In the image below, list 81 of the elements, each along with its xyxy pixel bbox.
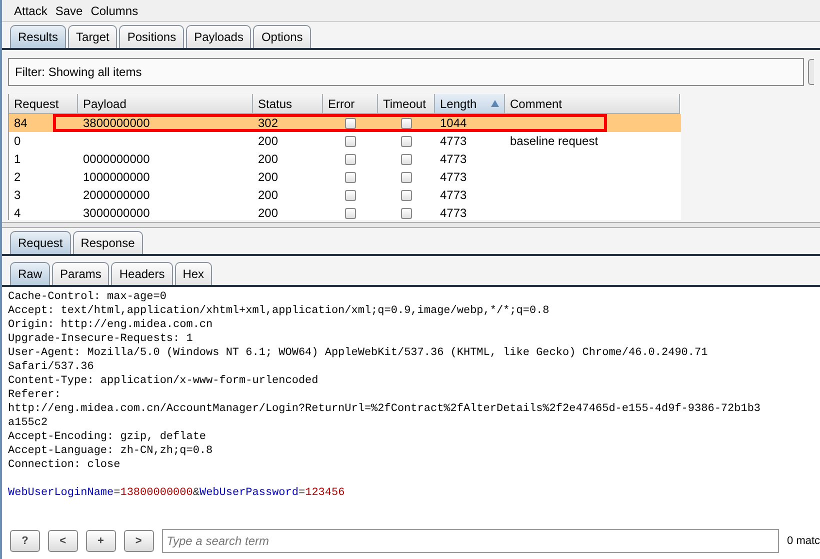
request-line: Referer: (8, 388, 62, 402)
tab[interactable]: Raw (10, 262, 50, 285)
checkbox[interactable] (345, 154, 356, 164)
tab[interactable]: Headers (111, 262, 173, 285)
search-nav-button[interactable]: + (86, 530, 116, 552)
table-cell-text: 4773 (440, 205, 467, 220)
table-cell-text: 200 (258, 187, 278, 204)
request-line: User-Agent: Mozilla/5.0 (Windows NT 6.1; WOW64) AppleWebKit/537.36 (KHTML, like Gecko) Chrome/46.0.2490.71 (8, 346, 709, 360)
table-cell-text: 200 (258, 133, 278, 150)
tab[interactable]: Options (253, 25, 311, 48)
request-body: WebUserLoginName=13800000000&WebUserPassword=123456 (8, 486, 346, 500)
table-cell-text: baseline request (510, 133, 598, 150)
table-cell-text: 4773 (440, 133, 467, 150)
checkbox[interactable] (401, 208, 412, 218)
filter-bar[interactable]: Filter: Showing all items (8, 58, 804, 86)
checkbox[interactable] (401, 118, 412, 128)
checkbox[interactable] (345, 118, 356, 128)
table-cell-text: 4773 (440, 151, 467, 168)
tab[interactable]: Payloads (186, 25, 252, 48)
column-header[interactable]: Length (435, 94, 505, 114)
column-header[interactable]: Request (9, 94, 78, 114)
column-header[interactable]: Status (253, 94, 323, 114)
match-count: 0 matc (787, 534, 820, 549)
request-line: Accept-Language: zh-CN,zh;q=0.8 (8, 444, 214, 458)
table-cell-text: 200 (258, 151, 278, 168)
checkbox[interactable] (401, 136, 412, 146)
request-line: Cache-Control: max-age=0 (8, 290, 168, 304)
request-line: Upgrade-Insecure-Requests: 1 (8, 332, 194, 346)
search-nav-button[interactable]: ? (10, 530, 40, 552)
tab[interactable]: Target (68, 25, 118, 48)
table-cell-text: 84 (14, 115, 28, 132)
column-header[interactable]: Comment (505, 94, 680, 114)
request-line: Accept: text/html,application/xhtml+xml,application/xml;q=0.9,image/webp,*/*;q=0.8 (8, 304, 550, 318)
menu-item[interactable]: Attack (14, 2, 48, 20)
table-cell-text: 1 (14, 151, 21, 168)
tab[interactable]: Positions (119, 25, 184, 48)
table-row[interactable]: 84 3800000000 302 1044 (9, 114, 681, 132)
tab[interactable]: Hex (174, 262, 212, 285)
request-line: a155c2 (8, 416, 49, 430)
menu-item[interactable]: Columns (90, 2, 138, 20)
table-cell-text: 2000000000 (83, 187, 150, 204)
sort-ascending-icon (491, 100, 499, 107)
tab[interactable]: Request (10, 231, 71, 254)
checkbox[interactable] (401, 190, 412, 200)
request-line: Accept-Encoding: gzip, deflate (8, 430, 208, 444)
request-line: Connection: close (8, 458, 122, 472)
checkbox[interactable] (345, 136, 356, 146)
checkbox[interactable] (401, 172, 412, 182)
table-cell-text: 200 (258, 205, 278, 220)
menu-item[interactable]: Save (55, 2, 83, 20)
table-cell-text: 4 (14, 205, 21, 220)
table-cell-text: 1000000000 (83, 169, 150, 186)
table-cell-text: 0 (14, 133, 21, 150)
request-line: Safari/537.36 (8, 360, 95, 374)
search-field[interactable]: Type a search term (162, 529, 780, 553)
table-cell-text: 3000000000 (83, 205, 150, 220)
table-cell-text: 4773 (440, 169, 467, 186)
table-cell-text: 200 (258, 169, 278, 186)
request-line: Content-Type: application/x-www-form-urlencoded (8, 374, 320, 388)
table-cell-text: 0000000000 (83, 151, 150, 168)
table-cell-text: 1044 (440, 115, 467, 132)
request-line: Origin: http://eng.midea.com.cn (8, 318, 214, 332)
tab[interactable]: Results (10, 25, 66, 48)
checkbox[interactable] (345, 208, 356, 218)
column-header[interactable]: Error (323, 94, 378, 114)
column-header[interactable]: Payload (78, 94, 253, 114)
checkbox[interactable] (345, 172, 356, 182)
column-header[interactable]: Timeout (378, 94, 435, 114)
table-cell-text: 4773 (440, 187, 467, 204)
filter-button[interactable] (808, 59, 814, 85)
table-cell-text: 3 (14, 187, 21, 204)
checkbox[interactable] (345, 190, 356, 200)
search-nav-button[interactable]: < (48, 530, 78, 552)
table-cell-text: 2 (14, 169, 21, 186)
checkbox[interactable] (401, 154, 412, 164)
request-line: http://eng.midea.com.cn/AccountManager/Login?ReturnUrl=%2fContract%2fAlterDetails%2f2e47465d-e155-4d9f-9386-72b1b3 (8, 402, 762, 416)
table-cell-text: 3800000000 (83, 115, 150, 132)
search-nav-button[interactable]: > (124, 530, 154, 552)
tab[interactable]: Response (72, 231, 143, 254)
tab[interactable]: Params (52, 262, 110, 285)
table-cell-text: 302 (258, 115, 278, 132)
